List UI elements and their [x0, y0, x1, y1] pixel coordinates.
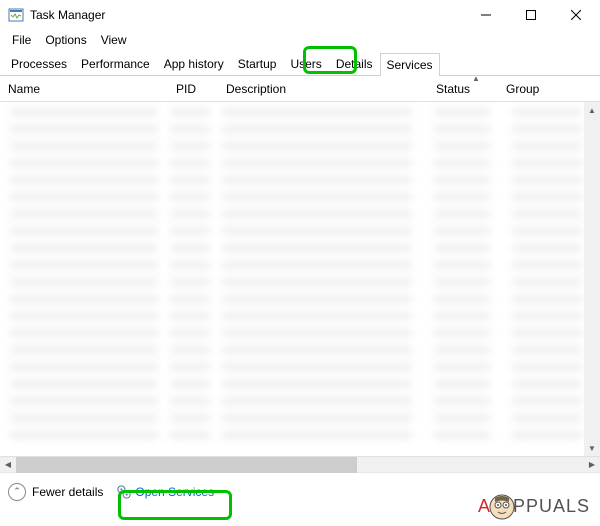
- blurred-data: [170, 108, 210, 448]
- open-services-label: Open Services: [135, 485, 214, 499]
- chevron-up-icon: ⌃: [8, 483, 26, 501]
- close-button[interactable]: [553, 0, 598, 30]
- watermark-avatar-icon: [489, 494, 515, 520]
- sort-indicator-icon: ▲: [472, 74, 480, 83]
- scroll-up-button[interactable]: ▲: [584, 102, 600, 118]
- tab-startup[interactable]: Startup: [231, 52, 284, 75]
- column-description[interactable]: Description: [218, 78, 428, 100]
- horizontal-scrollbar[interactable]: ◀ ▶: [0, 456, 600, 472]
- tab-services[interactable]: Services: [380, 53, 440, 76]
- tab-users[interactable]: Users: [283, 52, 328, 75]
- watermark: APPUALS: [478, 494, 590, 520]
- column-name[interactable]: Name: [0, 78, 168, 100]
- blurred-data: [434, 108, 490, 448]
- scrollbar-thumb[interactable]: [16, 457, 357, 473]
- tab-performance[interactable]: Performance: [74, 52, 157, 75]
- window-title: Task Manager: [30, 8, 463, 22]
- scroll-right-button[interactable]: ▶: [584, 457, 600, 473]
- column-pid[interactable]: PID: [168, 78, 218, 100]
- tab-app-history[interactable]: App history: [157, 52, 231, 75]
- window-controls: [463, 0, 598, 30]
- column-status[interactable]: Status: [428, 78, 498, 100]
- content-area: Name PID Description Status ▲ Group ▲ ▼ …: [0, 76, 600, 472]
- services-gear-icon: [117, 485, 131, 499]
- tab-details[interactable]: Details: [329, 52, 380, 75]
- maximize-button[interactable]: [508, 0, 553, 30]
- blurred-data: [512, 108, 582, 448]
- task-manager-icon: [8, 7, 24, 23]
- open-services-link[interactable]: Open Services: [113, 483, 218, 501]
- menu-view[interactable]: View: [95, 31, 133, 49]
- tab-processes[interactable]: Processes: [4, 52, 74, 75]
- vertical-scrollbar[interactable]: ▲ ▼: [584, 102, 600, 456]
- menu-options[interactable]: Options: [39, 31, 92, 49]
- fewer-details-button[interactable]: ⌃ Fewer details: [8, 483, 103, 501]
- fewer-details-label: Fewer details: [32, 485, 103, 499]
- blurred-data: [222, 108, 412, 448]
- menu-file[interactable]: File: [6, 31, 37, 49]
- minimize-button[interactable]: [463, 0, 508, 30]
- tabbar: Processes Performance App history Startu…: [0, 50, 600, 76]
- column-group[interactable]: Group: [498, 78, 578, 100]
- blurred-data: [10, 108, 158, 448]
- scrollbar-track[interactable]: [16, 457, 584, 473]
- titlebar: Task Manager: [0, 0, 600, 30]
- scroll-left-button[interactable]: ◀: [0, 457, 16, 473]
- column-headers: Name PID Description Status ▲ Group: [0, 76, 600, 102]
- services-list[interactable]: ▲ ▼: [0, 102, 600, 456]
- menubar: File Options View: [0, 30, 600, 50]
- watermark-text: APPUALS: [478, 494, 590, 520]
- scroll-down-button[interactable]: ▼: [584, 440, 600, 456]
